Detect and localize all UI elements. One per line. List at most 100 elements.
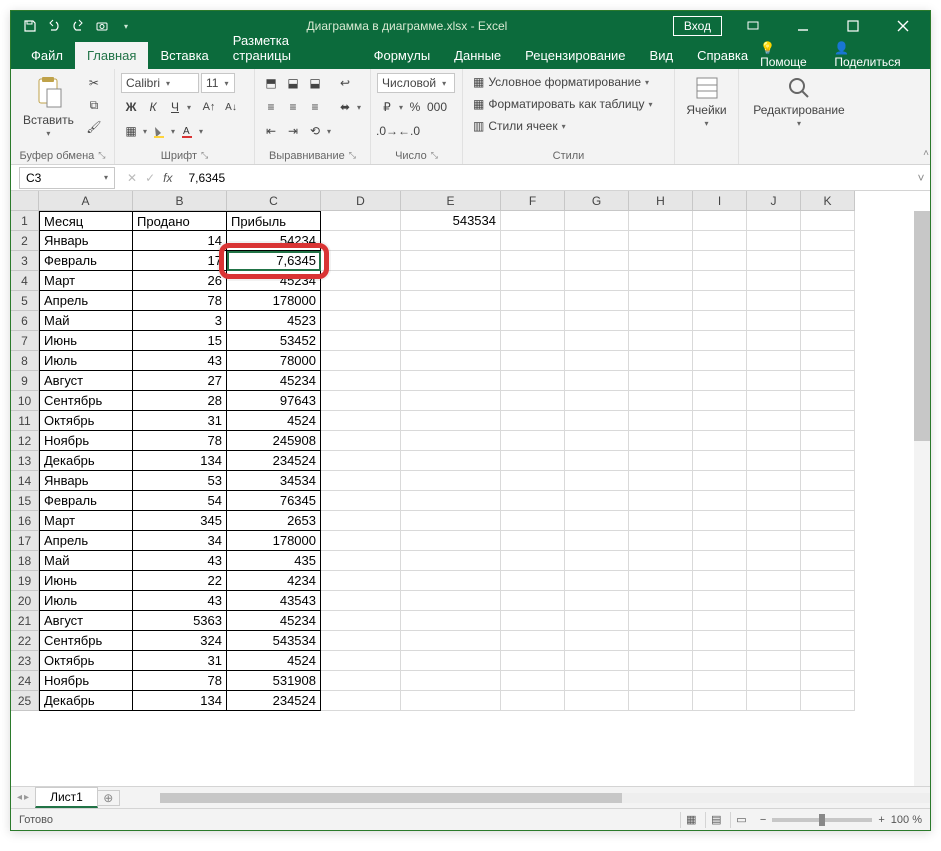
cell-B10[interactable]: 28 <box>133 391 227 411</box>
zoom-level[interactable]: 100 % <box>891 814 922 826</box>
cell-K11[interactable] <box>801 411 855 431</box>
row-header-1[interactable]: 1 <box>11 211 39 231</box>
currency-icon[interactable]: ₽ <box>377 97 397 117</box>
cell-F1[interactable] <box>501 211 565 231</box>
cell-D14[interactable] <box>321 471 401 491</box>
cell-A17[interactable]: Апрель <box>39 531 133 551</box>
sheet-tab-1[interactable]: Лист1 <box>35 787 98 808</box>
cell-C16[interactable]: 2653 <box>227 511 321 531</box>
cell-B7[interactable]: 15 <box>133 331 227 351</box>
cell-C17[interactable]: 178000 <box>227 531 321 551</box>
cell-J20[interactable] <box>747 591 801 611</box>
cell-C6[interactable]: 4523 <box>227 311 321 331</box>
cell-A5[interactable]: Апрель <box>39 291 133 311</box>
sheet-nav-prev-icon[interactable]: ◂ <box>17 792 22 803</box>
cell-I11[interactable] <box>693 411 747 431</box>
maximize-button[interactable] <box>830 12 876 40</box>
cell-F18[interactable] <box>501 551 565 571</box>
row-header-2[interactable]: 2 <box>11 231 39 251</box>
col-header-A[interactable]: A <box>39 191 133 211</box>
align-left-icon[interactable]: ≡ <box>261 97 281 117</box>
cell-D18[interactable] <box>321 551 401 571</box>
cell-G7[interactable] <box>565 331 629 351</box>
cell-B21[interactable]: 5363 <box>133 611 227 631</box>
cell-A9[interactable]: Август <box>39 371 133 391</box>
cell-G1[interactable] <box>565 211 629 231</box>
row-header-25[interactable]: 25 <box>11 691 39 711</box>
cell-H12[interactable] <box>629 431 693 451</box>
align-right-icon[interactable]: ≡ <box>305 97 325 117</box>
cell-G24[interactable] <box>565 671 629 691</box>
cell-D4[interactable] <box>321 271 401 291</box>
cell-J1[interactable] <box>747 211 801 231</box>
cell-J11[interactable] <box>747 411 801 431</box>
align-bottom-icon[interactable]: ⬓ <box>305 73 325 93</box>
cell-H3[interactable] <box>629 251 693 271</box>
fx-icon[interactable]: fx <box>163 171 172 185</box>
cell-D15[interactable] <box>321 491 401 511</box>
row-header-11[interactable]: 11 <box>11 411 39 431</box>
cell-H17[interactable] <box>629 531 693 551</box>
cell-G18[interactable] <box>565 551 629 571</box>
indent-inc-icon[interactable]: ⇥ <box>283 121 303 141</box>
cell-G8[interactable] <box>565 351 629 371</box>
cell-C12[interactable]: 245908 <box>227 431 321 451</box>
save-icon[interactable] <box>21 17 39 35</box>
cell-I23[interactable] <box>693 651 747 671</box>
cell-E13[interactable] <box>401 451 501 471</box>
cell-D6[interactable] <box>321 311 401 331</box>
cell-I6[interactable] <box>693 311 747 331</box>
view-pagebreak-icon[interactable]: ▭ <box>730 812 752 828</box>
cell-G25[interactable] <box>565 691 629 711</box>
cell-A6[interactable]: Май <box>39 311 133 331</box>
cell-E25[interactable] <box>401 691 501 711</box>
tab-help[interactable]: Справка <box>685 42 760 69</box>
cell-G15[interactable] <box>565 491 629 511</box>
cell-A10[interactable]: Сентябрь <box>39 391 133 411</box>
cell-J17[interactable] <box>747 531 801 551</box>
cell-C10[interactable]: 97643 <box>227 391 321 411</box>
cell-D12[interactable] <box>321 431 401 451</box>
cell-C21[interactable]: 45234 <box>227 611 321 631</box>
zoom-in-button[interactable]: + <box>878 814 884 826</box>
row-header-14[interactable]: 14 <box>11 471 39 491</box>
cell-D20[interactable] <box>321 591 401 611</box>
cell-F23[interactable] <box>501 651 565 671</box>
cell-B8[interactable]: 43 <box>133 351 227 371</box>
cell-G2[interactable] <box>565 231 629 251</box>
tab-view[interactable]: Вид <box>638 42 686 69</box>
cell-F11[interactable] <box>501 411 565 431</box>
row-header-9[interactable]: 9 <box>11 371 39 391</box>
cell-F17[interactable] <box>501 531 565 551</box>
redo-icon[interactable] <box>69 17 87 35</box>
cell-E2[interactable] <box>401 231 501 251</box>
cell-G13[interactable] <box>565 451 629 471</box>
cell-H22[interactable] <box>629 631 693 651</box>
cell-E18[interactable] <box>401 551 501 571</box>
cell-styles-button[interactable]: ▥Стили ячеек ▾ <box>469 117 570 135</box>
cell-B14[interactable]: 53 <box>133 471 227 491</box>
cell-J6[interactable] <box>747 311 801 331</box>
cell-D19[interactable] <box>321 571 401 591</box>
cell-E20[interactable] <box>401 591 501 611</box>
format-as-table-button[interactable]: ▦Форматировать как таблицу ▾ <box>469 95 657 113</box>
cell-C22[interactable]: 543534 <box>227 631 321 651</box>
cell-B1[interactable]: Продано <box>133 211 227 231</box>
cell-K4[interactable] <box>801 271 855 291</box>
cell-I14[interactable] <box>693 471 747 491</box>
cell-I25[interactable] <box>693 691 747 711</box>
cell-I3[interactable] <box>693 251 747 271</box>
cell-K18[interactable] <box>801 551 855 571</box>
cell-A4[interactable]: Март <box>39 271 133 291</box>
cell-B22[interactable]: 324 <box>133 631 227 651</box>
cut-icon[interactable]: ✂ <box>84 73 104 93</box>
row-header-3[interactable]: 3 <box>11 251 39 271</box>
cells-button[interactable]: Ячейки▾ <box>680 73 732 130</box>
cell-K3[interactable] <box>801 251 855 271</box>
cell-H23[interactable] <box>629 651 693 671</box>
cell-H7[interactable] <box>629 331 693 351</box>
cell-B3[interactable]: 17 <box>133 251 227 271</box>
cell-H13[interactable] <box>629 451 693 471</box>
row-header-7[interactable]: 7 <box>11 331 39 351</box>
cell-A13[interactable]: Декабрь <box>39 451 133 471</box>
